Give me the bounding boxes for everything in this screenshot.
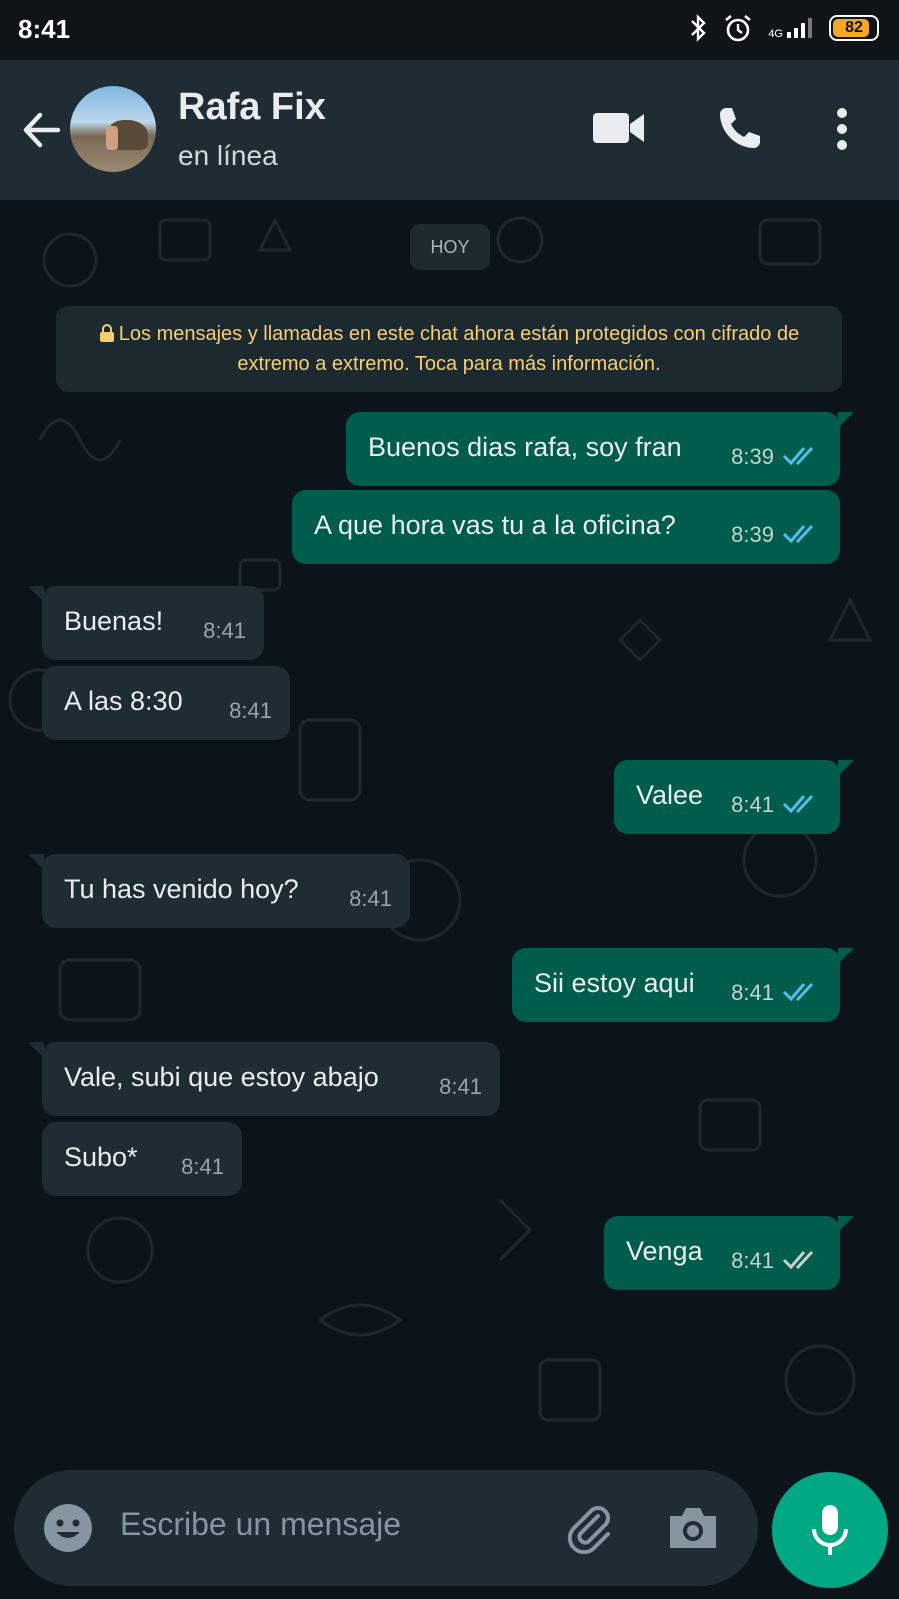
- encryption-notice-text: Los mensajes y llamadas en este chat aho…: [118, 323, 800, 375]
- message-time: 8:39: [731, 444, 774, 469]
- attach-icon[interactable]: [562, 1500, 618, 1556]
- read-ticks-icon: [782, 524, 814, 544]
- message-outgoing[interactable]: Valee 8:41: [614, 760, 854, 834]
- lock-icon: [99, 324, 114, 342]
- message-text: Buenos dias rafa, soy fran: [368, 432, 682, 462]
- contact-name[interactable]: Rafa Fix: [178, 86, 326, 129]
- message-time: 8:41: [439, 1074, 482, 1099]
- date-chip: HOY: [410, 224, 490, 270]
- read-ticks-icon: [782, 794, 814, 814]
- message-text: A las 8:30: [64, 686, 183, 716]
- message-incoming[interactable]: Subo* 8:41: [42, 1122, 242, 1196]
- message-text: Venga: [626, 1236, 703, 1266]
- message-time: 8:41: [203, 618, 246, 643]
- encryption-notice[interactable]: Los mensajes y llamadas en este chat aho…: [56, 306, 842, 392]
- phone-icon[interactable]: [716, 104, 764, 152]
- message-text: A que hora vas tu a la oficina?: [314, 510, 676, 540]
- signal-indicator: 4G: [768, 16, 815, 40]
- message-text: Valee: [636, 780, 704, 810]
- contact-status: en línea: [178, 140, 278, 171]
- message-time: 8:41: [229, 698, 272, 723]
- message-text: Vale, subi que estoy abajo: [64, 1062, 379, 1092]
- status-bar: 8:41 4G 82: [0, 0, 899, 60]
- message-text: Subo*: [64, 1142, 138, 1172]
- signal-icon: [787, 18, 812, 38]
- bluetooth-icon: [691, 14, 707, 42]
- message-text: Tu has venido hoy?: [64, 874, 299, 904]
- back-arrow-icon[interactable]: [18, 107, 64, 153]
- delivered-ticks-icon: [782, 1250, 814, 1270]
- avatar[interactable]: [70, 86, 156, 172]
- status-icons: 4G 82: [688, 12, 879, 44]
- more-vert-icon[interactable]: [834, 106, 850, 152]
- message-incoming[interactable]: Tu has venido hoy? 8:41: [28, 854, 410, 928]
- message-time: 8:41: [349, 886, 392, 911]
- message-time: 8:41: [181, 1154, 224, 1179]
- message-input[interactable]: Escribe un mensaje: [120, 1506, 401, 1543]
- message-text: Buenas!: [64, 606, 164, 636]
- mic-icon: [812, 1505, 848, 1555]
- alarm-icon: [725, 14, 752, 42]
- video-call-icon[interactable]: [592, 110, 646, 146]
- emoji-icon[interactable]: [42, 1502, 94, 1554]
- battery-icon: 82: [829, 15, 879, 41]
- read-ticks-icon: [782, 982, 814, 1002]
- message-incoming[interactable]: Vale, subi que estoy abajo 8:41: [28, 1042, 500, 1116]
- message-incoming[interactable]: A las 8:30 8:41: [42, 666, 290, 740]
- message-text: Sii estoy aqui: [534, 968, 695, 998]
- mic-button[interactable]: [772, 1472, 888, 1588]
- message-time: 8:41: [731, 980, 774, 1005]
- message-composer[interactable]: Escribe un mensaje: [14, 1470, 758, 1586]
- message-outgoing[interactable]: A que hora vas tu a la oficina? 8:39: [292, 490, 840, 564]
- message-outgoing[interactable]: Buenos dias rafa, soy fran 8:39: [346, 412, 854, 486]
- message-time: 8:41: [731, 792, 774, 817]
- message-time: 8:39: [731, 522, 774, 547]
- network-type: 4G: [768, 28, 783, 40]
- chat-area[interactable]: HOY Los mensajes y llamadas en este chat…: [0, 200, 899, 1465]
- message-incoming[interactable]: Buenas! 8:41: [28, 586, 264, 660]
- chat-header: Rafa Fix en línea: [0, 60, 899, 200]
- message-time: 8:41: [731, 1248, 774, 1273]
- battery-level: 82: [845, 19, 863, 36]
- message-outgoing[interactable]: Sii estoy aqui 8:41: [512, 948, 854, 1022]
- message-outgoing[interactable]: Venga 8:41: [604, 1216, 854, 1290]
- camera-icon[interactable]: [666, 1504, 720, 1552]
- status-time: 8:41: [18, 14, 71, 44]
- read-ticks-icon: [782, 446, 814, 466]
